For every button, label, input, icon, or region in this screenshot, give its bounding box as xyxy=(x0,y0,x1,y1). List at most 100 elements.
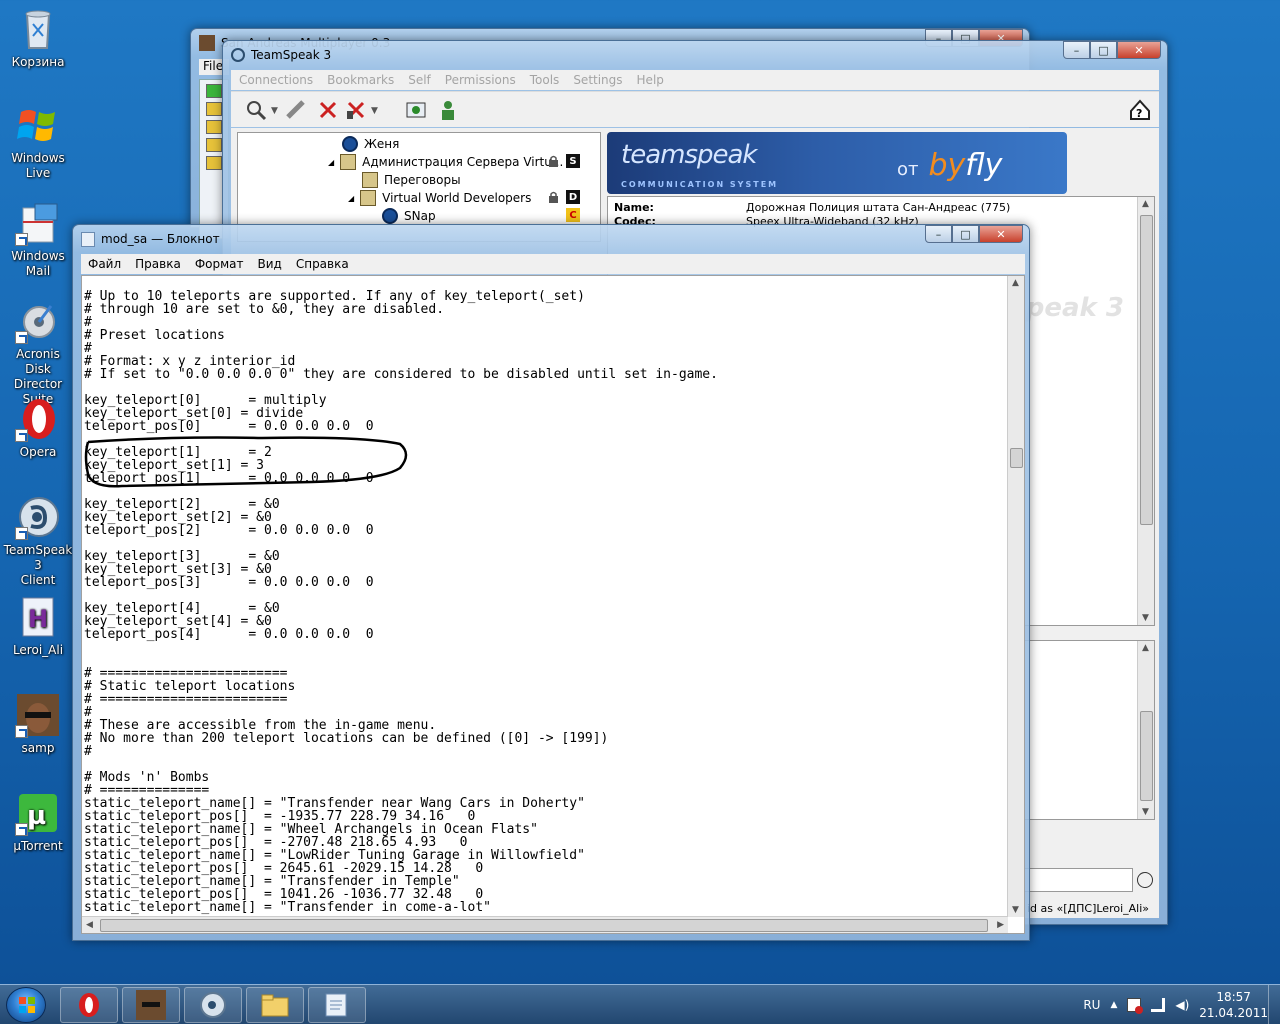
taskbar-samp[interactable] xyxy=(122,987,180,1023)
toolbar: ▼ ▼ ? xyxy=(231,91,1159,127)
lock-icon xyxy=(549,191,558,203)
volume-icon[interactable]: ◀) xyxy=(1175,998,1189,1012)
chevron-down-icon[interactable]: ▼ xyxy=(371,106,378,116)
scroll-thumb[interactable] xyxy=(1010,448,1023,468)
chevron-up-icon[interactable]: ▲ xyxy=(1110,1000,1117,1010)
server-banner[interactable]: teamspeak COMMUNICATION SYSTEM от byfly xyxy=(607,132,1067,194)
desktop-icon-windows-live[interactable]: Windows Live xyxy=(2,102,74,181)
clock[interactable]: 18:57 21.04.2011 xyxy=(1199,989,1268,1021)
menu-view[interactable]: Вид xyxy=(258,257,282,271)
menu-connections[interactable]: Connections xyxy=(239,73,313,87)
scroll-thumb[interactable] xyxy=(100,919,988,932)
desktop-icon-recycle-bin[interactable]: Корзина xyxy=(2,6,74,70)
title-bar: TeamSpeak 3 xyxy=(231,41,331,69)
desktop-icon-label: Leroi_Ali xyxy=(12,643,64,657)
connect-icon[interactable] xyxy=(206,84,222,98)
scroll-up-icon[interactable]: ▲ xyxy=(1142,199,1149,209)
language-indicator[interactable]: RU xyxy=(1083,998,1100,1012)
editor-line: # Preset locations xyxy=(84,328,225,343)
desktop-icon-samp[interactable]: samp xyxy=(2,692,74,756)
scroll-left-icon[interactable]: ◀ xyxy=(86,920,93,930)
folder-icon xyxy=(261,994,289,1017)
disconnect-icon[interactable] xyxy=(285,99,307,121)
scroll-thumb[interactable] xyxy=(1140,215,1153,525)
tree-item-user[interactable]: Женя xyxy=(342,135,399,153)
notepad-window[interactable]: mod_sa — Блокнот – □ ✕ Файл Правка Форма… xyxy=(72,224,1030,941)
scroll-up-icon[interactable]: ▲ xyxy=(1142,643,1149,653)
help-icon[interactable]: ? xyxy=(1129,99,1151,121)
menu-help[interactable]: Справка xyxy=(296,257,349,271)
text-editor[interactable]: # Up to 10 teleports are supported. If a… xyxy=(81,275,1025,934)
acronis-icon xyxy=(15,298,61,344)
show-desktop-button[interactable] xyxy=(1268,985,1280,1024)
maximize-button[interactable]: □ xyxy=(1090,41,1117,59)
teamspeak-icon xyxy=(15,494,61,540)
teamspeak-app-icon xyxy=(231,48,245,62)
minimize-button[interactable]: – xyxy=(925,225,952,243)
menu-format[interactable]: Формат xyxy=(195,257,244,271)
window-title: TeamSpeak 3 xyxy=(251,48,332,62)
tree-item-channel[interactable]: Переговоры xyxy=(362,171,461,189)
minimize-button[interactable]: – xyxy=(1063,41,1090,59)
chat-scrollbar[interactable]: ▲ ▼ xyxy=(1137,641,1154,819)
desktop-icon-leroi-ali[interactable]: H Leroi_Ali xyxy=(2,594,74,658)
tree-item-user[interactable]: SNap xyxy=(382,207,436,225)
desktop-icon-label: TeamSpeak 3 Client xyxy=(3,543,73,587)
menu-permissions[interactable]: Permissions xyxy=(445,73,516,87)
desktop-icon-utorrent[interactable]: µ µTorrent xyxy=(2,790,74,854)
mute-icon[interactable] xyxy=(345,99,367,121)
taskbar-explorer[interactable] xyxy=(246,987,304,1023)
vertical-scrollbar[interactable]: ▲ ▼ xyxy=(1007,276,1024,917)
notepad-app-icon xyxy=(81,231,95,247)
svg-text:?: ? xyxy=(1136,107,1142,120)
scroll-down-icon[interactable]: ▼ xyxy=(1142,807,1149,817)
away-icon[interactable] xyxy=(405,99,427,121)
connect-icon[interactable] xyxy=(245,99,267,121)
menu-help[interactable]: Help xyxy=(637,73,664,87)
menu-bar: Файл Правка Формат Вид Справка xyxy=(81,254,1025,274)
editor-line: teleport_pos[2] = 0.0 0.0 0.0 0 xyxy=(84,523,374,538)
lock-icon xyxy=(206,102,222,116)
desktop-icon-opera[interactable]: Opera xyxy=(2,396,74,460)
action-center-icon[interactable] xyxy=(1127,998,1144,1014)
menu-self[interactable]: Self xyxy=(408,73,431,87)
horizontal-scrollbar[interactable]: ◀ ▶ xyxy=(82,916,1008,933)
hand-drawn-highlight xyxy=(84,436,408,488)
desktop-icon-label: Windows Mail xyxy=(11,249,65,278)
desktop-icon-acronis[interactable]: Acronis Disk Director Suite xyxy=(2,298,74,407)
menu-tools[interactable]: Tools xyxy=(530,73,560,87)
chevron-down-icon[interactable]: ▼ xyxy=(271,106,278,116)
opera-icon xyxy=(15,396,61,442)
menu-edit[interactable]: Правка xyxy=(135,257,181,271)
desktop-icon-label: Корзина xyxy=(11,55,65,69)
menu-bookmarks[interactable]: Bookmarks xyxy=(327,73,394,87)
smiley-icon[interactable] xyxy=(1137,872,1153,888)
start-button[interactable] xyxy=(6,987,46,1023)
scroll-up-icon[interactable]: ▲ xyxy=(1012,278,1019,288)
scroll-down-icon[interactable]: ▼ xyxy=(1142,613,1149,623)
tree-item-channel[interactable]: ◢ Virtual World Developers xyxy=(348,189,531,207)
disconnect-all-icon[interactable] xyxy=(317,99,339,121)
taskbar-opera[interactable] xyxy=(60,987,118,1023)
close-button[interactable]: ✕ xyxy=(1117,41,1161,59)
banner-subtitle: COMMUNICATION SYSTEM xyxy=(621,180,779,189)
banner-ot: от xyxy=(897,159,919,180)
maximize-button[interactable]: □ xyxy=(952,225,979,243)
tree-item-channel[interactable]: ◢ Администрация Сервера Virtu... xyxy=(328,153,563,171)
taskbar-notepad[interactable] xyxy=(308,987,366,1023)
scroll-right-icon[interactable]: ▶ xyxy=(997,920,1004,930)
info-scrollbar[interactable]: ▲ ▼ xyxy=(1137,197,1154,625)
banner-fly: fly xyxy=(965,148,1003,183)
scroll-down-icon[interactable]: ▼ xyxy=(1012,905,1019,915)
desktop-icon-teamspeak[interactable]: TeamSpeak 3 Client xyxy=(2,494,74,588)
user-icon[interactable] xyxy=(437,99,459,121)
menu-file[interactable]: Файл xyxy=(88,257,121,271)
taskbar: RU ▲ ◀) 18:57 21.04.2011 xyxy=(0,984,1280,1024)
close-button[interactable]: ✕ xyxy=(979,225,1023,243)
info-name-row: Name: Дорожная Полиция штата Сан-Андреас … xyxy=(614,201,1010,214)
menu-settings[interactable]: Settings xyxy=(573,73,622,87)
scroll-thumb[interactable] xyxy=(1140,711,1153,801)
desktop-icon-windows-mail[interactable]: Windows Mail xyxy=(2,200,74,279)
taskbar-teamspeak[interactable] xyxy=(184,987,242,1023)
network-icon[interactable] xyxy=(1151,998,1166,1012)
